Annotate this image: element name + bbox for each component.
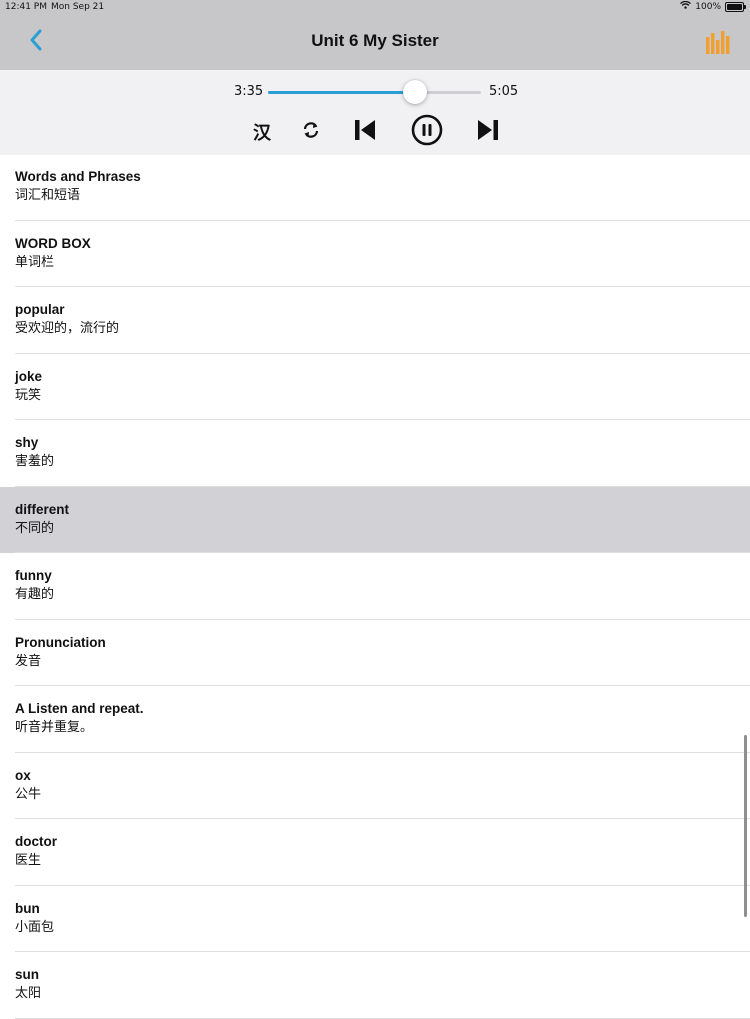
previous-button[interactable] <box>352 116 378 148</box>
item-chinese: 单词栏 <box>15 254 55 270</box>
item-chinese: 医生 <box>15 853 42 868</box>
list-item[interactable]: bun 小面包 <box>0 886 750 953</box>
item-chinese: 有趣的 <box>15 587 55 602</box>
item-chinese: 不同的 <box>15 520 55 536</box>
current-time: 3:35 <box>234 84 264 99</box>
item-english: bun <box>15 900 40 916</box>
nav-bar: Unit 6 My Sister <box>0 14 750 70</box>
item-english: different <box>15 501 69 517</box>
item-english: WORD BOX <box>15 235 91 251</box>
item-english: popular <box>15 302 65 317</box>
item-english: joke <box>15 368 43 384</box>
item-english: ox <box>15 767 31 783</box>
battery-icon <box>725 1 746 12</box>
item-chinese: 发音 <box>15 653 42 669</box>
item-english: doctor <box>15 834 57 849</box>
status-bar: 12:41 PM Mon Sep 21 100% <box>0 0 750 14</box>
battery-fill <box>727 3 742 10</box>
previous-icon <box>353 118 377 146</box>
chart-button[interactable] <box>704 28 734 58</box>
phrase-list: Words and Phrases 词汇和短语 WORD BOX 单词栏 popular… <box>0 154 750 1019</box>
repeat-button[interactable] <box>299 116 323 148</box>
list-item[interactable]: ox 公牛 <box>0 753 750 820</box>
pause-button[interactable] <box>410 114 444 150</box>
list-item[interactable]: Pronunciation 发音 <box>0 620 750 687</box>
item-chinese: 害羞的 <box>15 454 55 469</box>
progress-fill <box>268 91 415 94</box>
item-chinese: 公牛 <box>15 786 42 802</box>
list-item[interactable]: A Listen and repeat. 听音并重复。 <box>0 686 750 753</box>
item-chinese: 词汇和短语 <box>15 188 81 203</box>
next-button[interactable] <box>475 116 501 148</box>
list-item[interactable]: Words and Phrases 词汇和短语 <box>0 154 750 221</box>
item-chinese: 小面包 <box>15 919 55 935</box>
item-english: funny <box>15 568 52 583</box>
wifi-icon <box>680 0 692 12</box>
item-english: Words and Phrases <box>15 169 141 184</box>
item-chinese: 太阳 <box>15 986 42 1001</box>
list-item[interactable]: funny 有趣的 <box>0 553 750 620</box>
item-chinese: 玩笑 <box>15 387 42 403</box>
chinese-toggle-button[interactable]: 汉 <box>249 116 275 148</box>
list-item[interactable]: doctor 医生 <box>0 819 750 886</box>
repeat-icon <box>301 120 321 144</box>
item-chinese: 受欢迎的，流行的 <box>15 321 120 336</box>
scroll-indicator[interactable] <box>744 735 747 917</box>
progress-slider[interactable] <box>268 80 481 104</box>
progress-thumb[interactable] <box>402 80 427 104</box>
list-item[interactable]: WORD BOX 单词栏 <box>0 221 750 288</box>
item-english: Pronunciation <box>15 634 106 650</box>
status-date: Mon Sep 21 <box>51 2 105 12</box>
list-item[interactable]: joke 玩笑 <box>0 354 750 421</box>
item-english: shy <box>15 435 39 450</box>
total-time: 5:05 <box>489 84 519 99</box>
battery-percent: 100% <box>695 1 721 12</box>
item-english: A Listen and repeat. <box>15 701 144 716</box>
list-item[interactable]: popular 受欢迎的，流行的 <box>0 287 750 354</box>
list-item[interactable]: sun 太阳 <box>0 952 750 1019</box>
pause-icon <box>411 114 443 150</box>
list-item[interactable]: different 不同的 <box>0 486 750 553</box>
bar-chart-icon <box>704 31 730 58</box>
status-right: 100% <box>680 0 746 12</box>
next-icon <box>476 118 500 146</box>
status-time: 12:41 PM <box>5 2 47 12</box>
page-title: Unit 6 My Sister <box>311 31 439 50</box>
item-english: sun <box>15 967 40 982</box>
item-chinese: 听音并重复。 <box>15 720 94 735</box>
audio-player: 3:35 5:05 汉 <box>0 70 750 155</box>
list-item[interactable]: shy 害羞的 <box>0 420 750 487</box>
